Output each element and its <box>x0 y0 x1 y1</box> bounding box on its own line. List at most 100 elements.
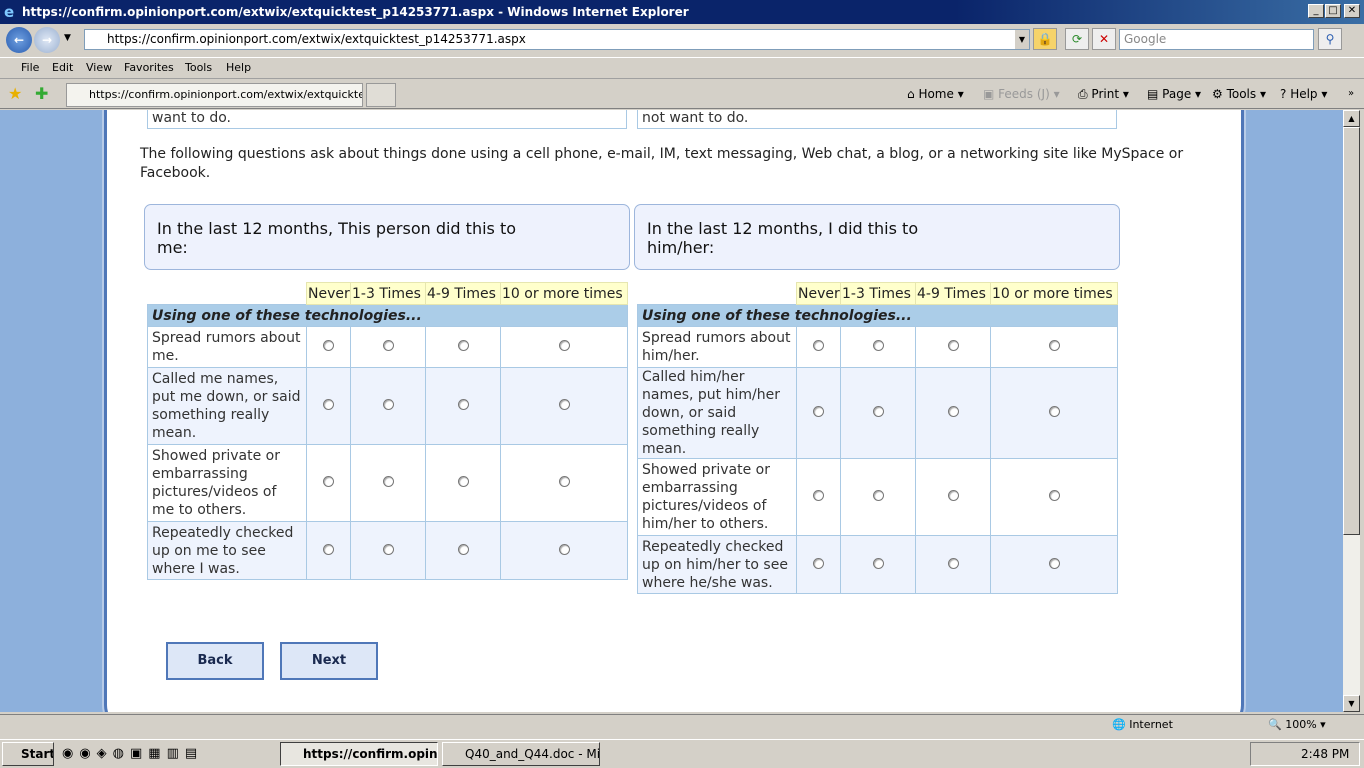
menu-view[interactable]: View <box>86 61 112 74</box>
back-nav-button[interactable]: ← <box>6 27 32 53</box>
new-tab-button[interactable] <box>366 83 396 107</box>
favorites-star-icon[interactable]: ★ <box>8 84 22 103</box>
taskbar-item-word[interactable]: Q40_and_Q44.doc - Micr... <box>442 742 600 766</box>
next-button[interactable]: Next <box>280 642 378 680</box>
option-cell <box>796 326 841 368</box>
search-icon[interactable]: ⚲ <box>1318 28 1342 50</box>
radio-button[interactable] <box>558 399 570 410</box>
quick-launch-icons[interactable]: ◉◉◈◍▣▦▥▤ <box>62 746 203 761</box>
option-cell <box>425 326 501 368</box>
question-row: Showed private or embarrassing pictures/… <box>637 458 1118 536</box>
window-title: https://confirm.opinionport.com/extwix/e… <box>22 5 689 19</box>
question-row: Spread rumors about me. <box>147 326 628 368</box>
start-button[interactable]: Start <box>2 742 54 766</box>
radio-button[interactable] <box>872 340 884 351</box>
radio-button[interactable] <box>457 399 469 410</box>
radio-button[interactable] <box>813 557 824 569</box>
radio-button[interactable] <box>558 340 570 351</box>
chevron-more-icon[interactable]: » <box>1348 86 1354 102</box>
search-input[interactable]: Google <box>1119 29 1314 50</box>
menu-favorites[interactable]: Favorites <box>124 61 174 74</box>
menu-help[interactable]: Help <box>226 61 251 74</box>
radio-button[interactable] <box>872 406 884 417</box>
home-button[interactable]: ⌂ Home ▾ <box>907 86 964 102</box>
radio-button[interactable] <box>323 340 334 351</box>
browser-tab[interactable]: https://confirm.opinionport.com/extwix/e… <box>66 83 363 107</box>
option-header: 4-9 Times <box>425 282 501 305</box>
radio-button[interactable] <box>947 340 959 351</box>
radio-button[interactable] <box>813 340 824 351</box>
radio-button[interactable] <box>947 557 959 569</box>
radio-button[interactable] <box>558 543 570 555</box>
lock-icon[interactable]: 🔒 <box>1033 28 1057 50</box>
scroll-down-icon[interactable]: ▼ <box>1343 695 1360 712</box>
help-button[interactable]: ? Help ▾ <box>1280 86 1327 102</box>
option-cell <box>350 367 426 445</box>
scroll-up-icon[interactable]: ▲ <box>1343 110 1360 127</box>
tools-button[interactable]: ⚙ Tools ▾ <box>1212 86 1266 102</box>
feeds-button[interactable]: ▣ Feeds (J) ▾ <box>983 86 1060 102</box>
option-cell <box>306 444 351 522</box>
option-cell <box>990 367 1118 459</box>
scroll-thumb[interactable] <box>1343 127 1360 535</box>
radio-button[interactable] <box>813 490 824 501</box>
radio-button[interactable] <box>947 490 959 501</box>
option-cell <box>840 535 916 594</box>
previous-row-left-text: want to do. <box>152 110 232 126</box>
question-label: Repeatedly checked up on me to see where… <box>147 521 307 580</box>
close-button[interactable]: ✕ <box>1344 4 1360 18</box>
page-button[interactable]: ▤ Page ▾ <box>1147 86 1201 102</box>
history-dropdown-icon[interactable]: ▼ <box>64 33 71 43</box>
radio-button[interactable] <box>947 406 959 417</box>
radio-button[interactable] <box>323 476 334 487</box>
option-cell <box>840 326 916 368</box>
radio-button[interactable] <box>382 543 394 555</box>
right-matrix: Never 1-3 Times 4-9 Times 10 or more times U… <box>637 282 1118 594</box>
forward-nav-button[interactable]: → <box>34 27 60 53</box>
print-button[interactable]: ⎙ Print ▾ <box>1078 86 1129 102</box>
ie-icon: e <box>4 3 15 21</box>
question-label: Spread rumors about him/her. <box>637 326 797 368</box>
refresh-icon[interactable]: ⟳ <box>1065 28 1089 50</box>
add-favorite-icon[interactable]: ✚ <box>35 84 48 103</box>
maximize-button[interactable]: □ <box>1325 4 1341 18</box>
option-cell <box>425 367 501 445</box>
menu-file[interactable]: File <box>21 61 39 74</box>
option-cell <box>425 521 501 580</box>
question-label: Showed private or embarrassing pictures/… <box>147 444 307 522</box>
radio-button[interactable] <box>323 399 334 410</box>
option-cell <box>796 367 841 459</box>
radio-button[interactable] <box>457 543 469 555</box>
back-button[interactable]: Back <box>166 642 264 680</box>
menu-edit[interactable]: Edit <box>52 61 73 74</box>
option-header: Never <box>796 282 841 305</box>
radio-button[interactable] <box>382 399 394 410</box>
radio-button[interactable] <box>457 340 469 351</box>
stop-icon[interactable]: ✕ <box>1092 28 1116 50</box>
address-input[interactable]: https://confirm.opinionport.com/extwix/e… <box>84 29 1030 50</box>
radio-button[interactable] <box>382 340 394 351</box>
radio-button[interactable] <box>323 543 334 555</box>
radio-button[interactable] <box>872 557 884 569</box>
minimize-button[interactable]: _ <box>1308 4 1324 18</box>
radio-button[interactable] <box>558 476 570 487</box>
radio-button[interactable] <box>1048 406 1060 417</box>
option-cell <box>500 444 628 522</box>
zoom-control[interactable]: 🔍 100% ▾ <box>1268 718 1326 731</box>
option-cell <box>350 326 426 368</box>
option-cell <box>796 458 841 536</box>
taskbar-item-ie[interactable]: https://confirm.opini... <box>280 742 438 766</box>
radio-button[interactable] <box>457 476 469 487</box>
address-dropdown-icon[interactable]: ▼ <box>1015 30 1029 49</box>
radio-button[interactable] <box>1048 340 1060 351</box>
radio-button[interactable] <box>1048 490 1060 501</box>
radio-button[interactable] <box>382 476 394 487</box>
radio-button[interactable] <box>1048 557 1060 569</box>
left-question-heading: In the last 12 months, This person did t… <box>144 204 630 270</box>
menu-tools[interactable]: Tools <box>185 61 212 74</box>
radio-button[interactable] <box>872 490 884 501</box>
option-header: Never <box>306 282 351 305</box>
radio-button[interactable] <box>813 406 824 417</box>
clock: 2:48 PM <box>1301 747 1350 761</box>
option-cell <box>915 367 991 459</box>
